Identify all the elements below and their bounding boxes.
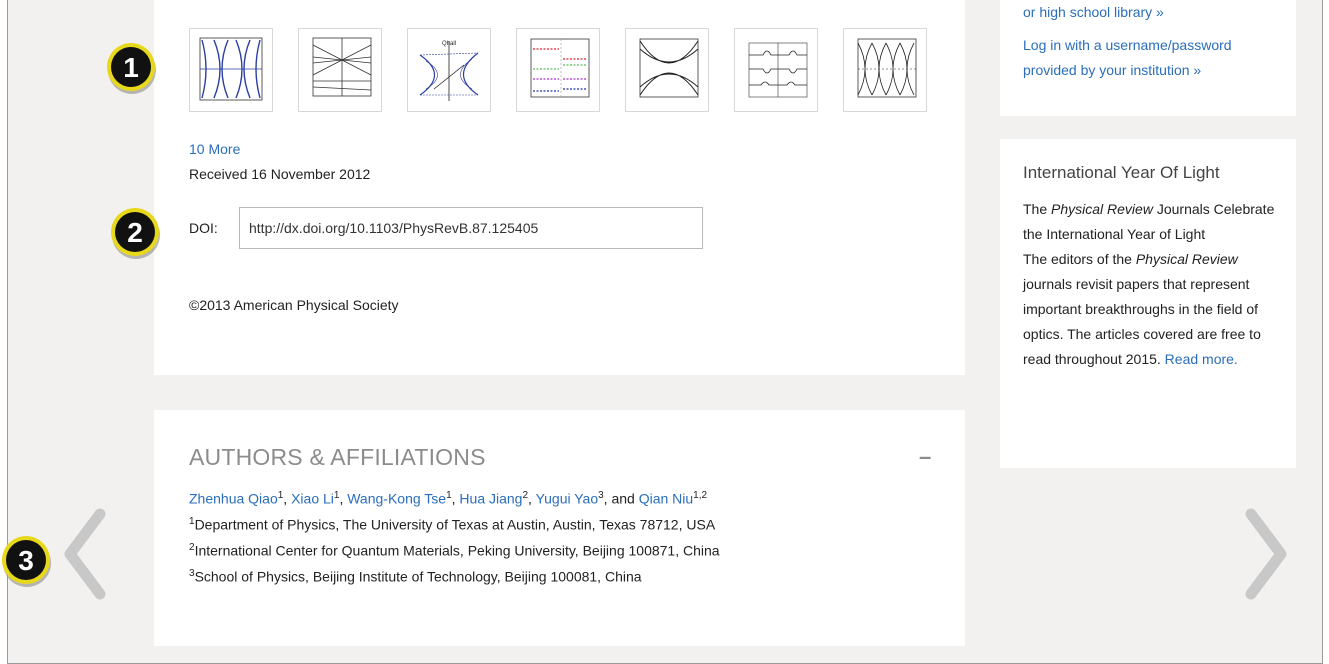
- author-sup: 1,2: [693, 490, 708, 501]
- iyl-journal-name: Physical Review: [1051, 201, 1153, 217]
- read-more-link[interactable]: Read more.: [1165, 351, 1238, 367]
- affiliation-3: 3School of Physics, Beijing Institute of…: [189, 568, 642, 585]
- callout-number: 2: [127, 217, 143, 248]
- author-list: Zhenhua Qiao1, Xiao Li1, Wang-Kong Tse1,…: [189, 490, 707, 507]
- callout-badge-2: 2: [109, 206, 163, 260]
- figure-3-thumbnail[interactable]: Qhall: [407, 28, 491, 112]
- login-link-line2[interactable]: provided by your institution »: [1023, 62, 1201, 78]
- author-link[interactable]: Qian Niu: [639, 491, 693, 507]
- iyl-body: The Physical Review Journals Celebrate t…: [1023, 197, 1279, 372]
- iyl-text: The editors of the: [1023, 251, 1136, 267]
- svg-text:Qhall: Qhall: [442, 41, 456, 47]
- figure-5-thumbnail[interactable]: [625, 28, 709, 112]
- callout-badge-3: 3: [0, 534, 54, 588]
- figure-2-thumbnail[interactable]: [298, 28, 382, 112]
- iyl-journal-name: Physical Review: [1135, 251, 1238, 267]
- affiliation-text: International Center for Quantum Materia…: [194, 542, 720, 559]
- figure-6-graphic: [748, 42, 808, 98]
- iyl-card: International Year Of Light The Physical…: [1000, 139, 1296, 468]
- affiliation-text: School of Physics, Beijing Institute of …: [194, 568, 642, 585]
- author-link[interactable]: Zhenhua Qiao: [189, 491, 278, 507]
- figure-2-graphic: [312, 37, 372, 97]
- figure-6-thumbnail[interactable]: [734, 28, 818, 112]
- author-link[interactable]: Wang-Kong Tse: [347, 491, 446, 507]
- article-info-card: Qhall 10 More Received 16 November 2012 …: [154, 0, 965, 375]
- author-separator: ,: [528, 490, 536, 507]
- section-heading[interactable]: AUTHORS & AFFILIATIONS: [189, 444, 486, 471]
- more-figures-link[interactable]: 10 More: [189, 141, 240, 157]
- library-access-card: or high school library » Log in with a u…: [1000, 0, 1296, 116]
- doi-field[interactable]: http://dx.doi.org/10.1103/PhysRevB.87.12…: [239, 207, 703, 249]
- figure-4-graphic: [530, 38, 590, 98]
- callout-number: 3: [18, 545, 34, 576]
- figure-7-thumbnail[interactable]: [843, 28, 927, 112]
- figure-1-graphic: [199, 37, 263, 101]
- received-date: Received 16 November 2012: [189, 166, 371, 182]
- copyright-text: ©2013 American Physical Society: [189, 297, 399, 313]
- collapse-toggle[interactable]: –: [919, 444, 931, 470]
- figure-5-graphic: [639, 38, 699, 98]
- author-link[interactable]: Hua Jiang: [459, 491, 522, 507]
- authors-affiliations-card: AUTHORS & AFFILIATIONS – Zhenhua Qiao1, …: [154, 410, 965, 646]
- author-separator: , and: [603, 490, 639, 507]
- figure-7-graphic: [857, 38, 917, 98]
- iyl-text: The: [1023, 201, 1052, 217]
- author-link[interactable]: Xiao Li: [291, 491, 334, 507]
- affiliation-1: 1Department of Physics, The University o…: [189, 516, 715, 533]
- author-separator: ,: [283, 490, 292, 507]
- doi-label: DOI:: [189, 220, 218, 236]
- iyl-title: International Year Of Light: [1023, 163, 1220, 182]
- callout-badge-1: 1: [105, 41, 159, 95]
- chevron-right-icon: [1245, 508, 1287, 600]
- login-link-line1[interactable]: Log in with a username/password: [1023, 37, 1232, 53]
- prev-arrow-button[interactable]: [60, 504, 110, 604]
- author-link[interactable]: Yugui Yao: [536, 491, 599, 507]
- library-link[interactable]: or high school library »: [1023, 4, 1164, 20]
- chevron-left-icon: [64, 508, 106, 600]
- affiliation-2: 2International Center for Quantum Materi…: [189, 542, 720, 559]
- figure-4-thumbnail[interactable]: [516, 28, 600, 112]
- page-frame: Qhall 10 More Received 16 November 2012 …: [7, 0, 1323, 664]
- affiliation-text: Department of Physics, The University of…: [194, 516, 716, 533]
- figure-1-thumbnail[interactable]: [189, 28, 273, 112]
- next-arrow-button[interactable]: [1241, 504, 1291, 604]
- figure-3-graphic: Qhall: [419, 41, 479, 101]
- callout-number: 1: [123, 52, 139, 83]
